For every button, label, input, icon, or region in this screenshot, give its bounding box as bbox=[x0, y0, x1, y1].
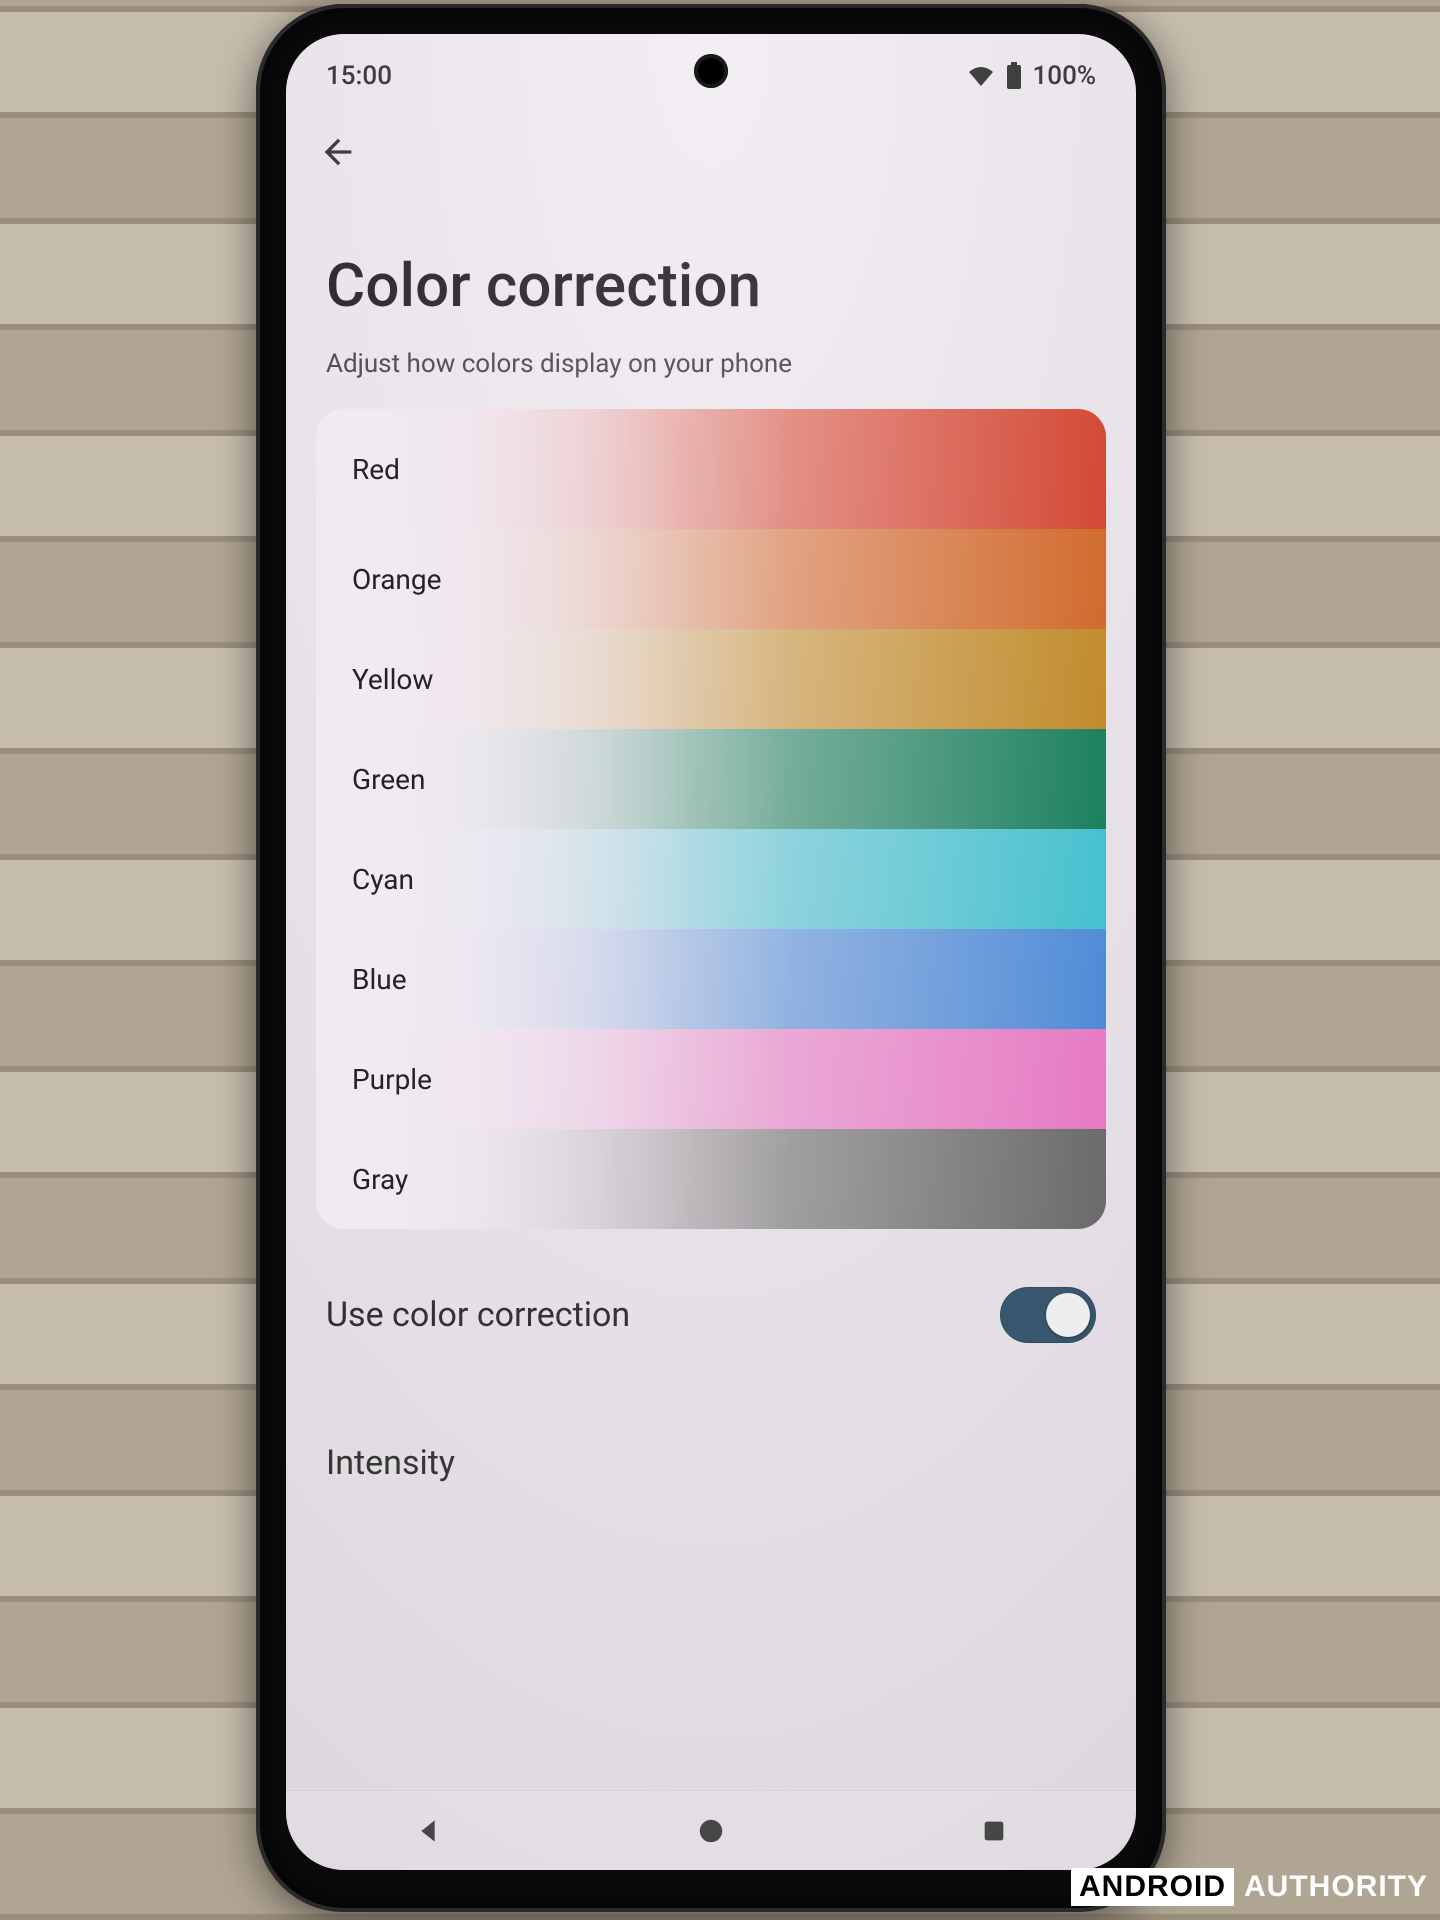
circle-home-icon bbox=[696, 1816, 726, 1846]
status-time: 15:00 bbox=[326, 61, 392, 91]
battery-icon bbox=[1005, 62, 1023, 90]
nav-back-button[interactable] bbox=[408, 1811, 448, 1851]
switch-knob bbox=[1046, 1293, 1090, 1337]
swatch-row-red: Red bbox=[316, 409, 1106, 529]
nav-home-button[interactable] bbox=[691, 1811, 731, 1851]
phone-frame: 15:00 100% bbox=[256, 4, 1166, 1912]
swatch-gradient bbox=[316, 1029, 1106, 1129]
use-color-correction-switch[interactable] bbox=[1000, 1287, 1096, 1343]
swatch-row-green: Green bbox=[316, 729, 1106, 829]
swatch-label: Cyan bbox=[316, 863, 414, 896]
watermark-text: AUTHORITY bbox=[1244, 1870, 1428, 1904]
screen: 15:00 100% bbox=[286, 34, 1136, 1870]
swatch-row-purple: Purple bbox=[316, 1029, 1106, 1129]
swatch-gradient bbox=[316, 929, 1106, 1029]
use-color-correction-row[interactable]: Use color correction bbox=[286, 1229, 1136, 1351]
swatch-row-blue: Blue bbox=[316, 929, 1106, 1029]
triangle-back-icon bbox=[412, 1815, 444, 1847]
use-color-correction-label: Use color correction bbox=[326, 1295, 630, 1335]
watermark-box: ANDROID bbox=[1071, 1868, 1234, 1906]
swatch-label: Purple bbox=[316, 1063, 432, 1096]
swatch-gradient bbox=[316, 629, 1106, 729]
swatch-label: Blue bbox=[316, 963, 407, 996]
swatch-gradient bbox=[316, 1129, 1106, 1229]
battery-percentage: 100% bbox=[1033, 61, 1096, 91]
system-nav-bar bbox=[286, 1790, 1136, 1870]
intensity-section-label: Intensity bbox=[286, 1351, 1136, 1483]
camera-notch bbox=[694, 54, 728, 88]
swatch-label: Red bbox=[316, 453, 400, 486]
back-button[interactable] bbox=[310, 124, 366, 180]
swatch-gradient bbox=[316, 409, 1106, 529]
swatch-gradient bbox=[316, 729, 1106, 829]
swatch-gradient bbox=[316, 829, 1106, 929]
watermark: ANDROID AUTHORITY bbox=[1071, 1868, 1428, 1906]
swatch-row-orange: Orange bbox=[316, 529, 1106, 629]
nav-recents-button[interactable] bbox=[974, 1811, 1014, 1851]
swatch-label: Yellow bbox=[316, 663, 433, 696]
swatch-row-yellow: Yellow bbox=[316, 629, 1106, 729]
swatch-label: Green bbox=[316, 763, 425, 796]
swatch-label: Gray bbox=[316, 1163, 408, 1196]
page-subtitle: Adjust how colors display on your phone bbox=[286, 331, 1136, 401]
color-swatch-card: Red Orange Yellow Green Cyan Blue Purple Gray bbox=[316, 409, 1106, 1229]
arrow-left-icon bbox=[318, 132, 358, 172]
swatch-label: Orange bbox=[316, 563, 441, 596]
square-recents-icon bbox=[980, 1817, 1008, 1845]
wifi-icon bbox=[967, 65, 995, 87]
swatch-row-gray: Gray bbox=[316, 1129, 1106, 1229]
page-title: Color correction bbox=[286, 180, 1136, 331]
swatch-row-cyan: Cyan bbox=[316, 829, 1106, 929]
